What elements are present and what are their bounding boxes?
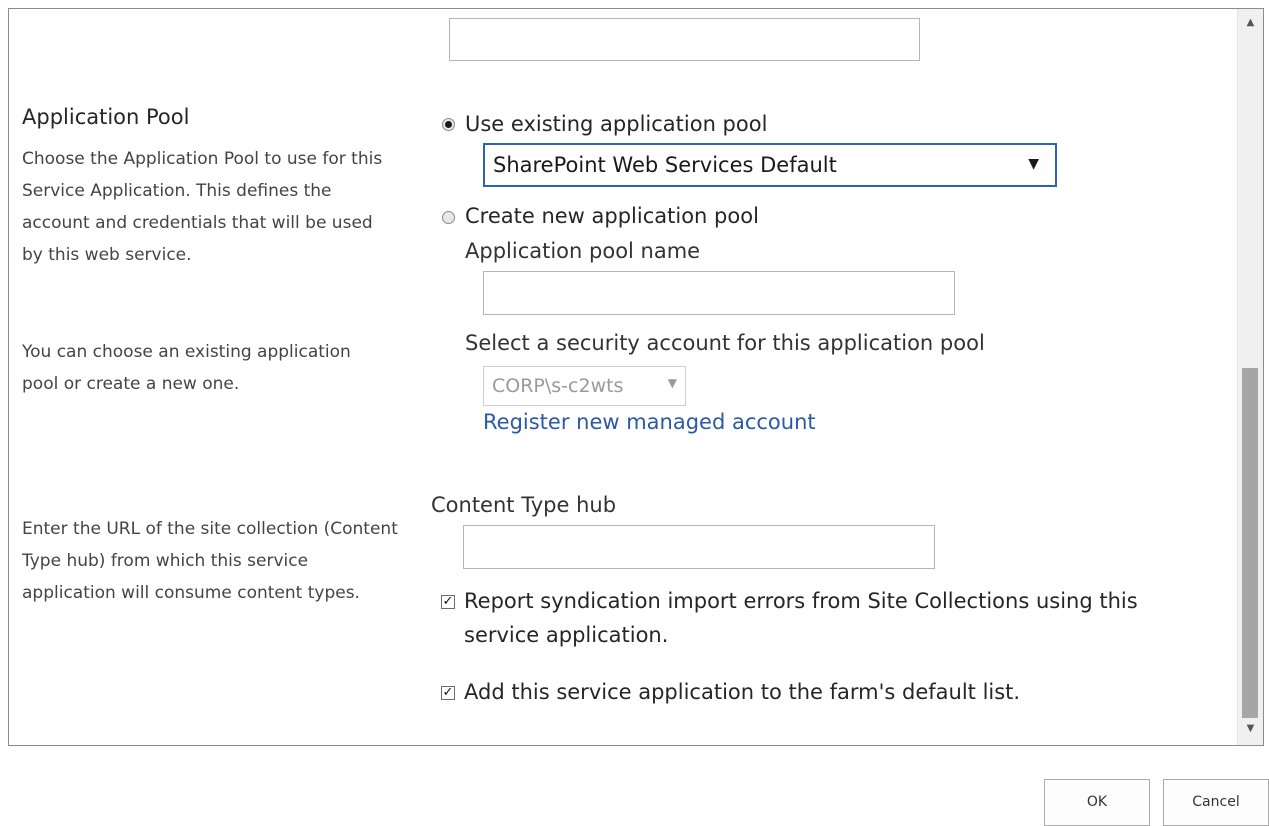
content-type-hub-description: Enter the URL of the site collection (Co…	[22, 519, 398, 603]
existing-pool-select[interactable]: SharePoint Web Services Default ▼	[483, 143, 1057, 187]
create-new-radio[interactable]	[442, 211, 455, 224]
create-new-label: Create new application pool	[465, 204, 759, 228]
use-existing-radio[interactable]	[442, 118, 455, 131]
security-account-selected-value: CORP\s-c2wts	[492, 375, 624, 397]
service-application-form-panel: Application Pool Choose the Application …	[8, 8, 1264, 746]
section-title-application-pool: Application Pool	[22, 105, 190, 129]
content-type-hub-label: Content Type hub	[431, 493, 617, 517]
ok-button[interactable]: OK	[1044, 779, 1150, 826]
pool-name-input[interactable]	[483, 271, 955, 315]
scroll-down-arrow-icon[interactable]: ▼	[1238, 717, 1263, 741]
chevron-down-icon: ▼	[667, 376, 677, 390]
pool-name-label: Application pool name	[465, 239, 701, 263]
report-errors-checkbox[interactable]: ✓	[441, 595, 455, 609]
security-account-label: Select a security account for this appli…	[465, 331, 985, 355]
scrollbar-thumb[interactable]	[1242, 368, 1258, 718]
top-text-input[interactable]	[449, 18, 920, 61]
scroll-up-arrow-icon[interactable]: ▲	[1238, 11, 1263, 35]
chevron-down-icon: ▼	[1028, 156, 1039, 172]
application-pool-description: Choose the Application Pool to use for t…	[22, 149, 383, 265]
vertical-scrollbar[interactable]: ▲ ▼	[1237, 9, 1263, 745]
content-type-hub-input[interactable]	[463, 525, 935, 569]
default-list-checkbox[interactable]: ✓	[441, 686, 455, 700]
register-managed-account-link[interactable]: Register new managed account	[483, 410, 816, 434]
cancel-button[interactable]: Cancel	[1163, 779, 1269, 826]
default-list-label: Add this service application to the farm…	[464, 680, 1021, 704]
application-pool-choice-description: You can choose an existing application p…	[22, 342, 351, 394]
report-errors-label-continued: service application.	[464, 623, 669, 647]
report-errors-label: Report syndication import errors from Si…	[464, 589, 1138, 613]
security-account-select[interactable]: CORP\s-c2wts ▼	[483, 366, 686, 406]
use-existing-label: Use existing application pool	[465, 112, 768, 136]
existing-pool-selected-value: SharePoint Web Services Default	[493, 153, 837, 177]
